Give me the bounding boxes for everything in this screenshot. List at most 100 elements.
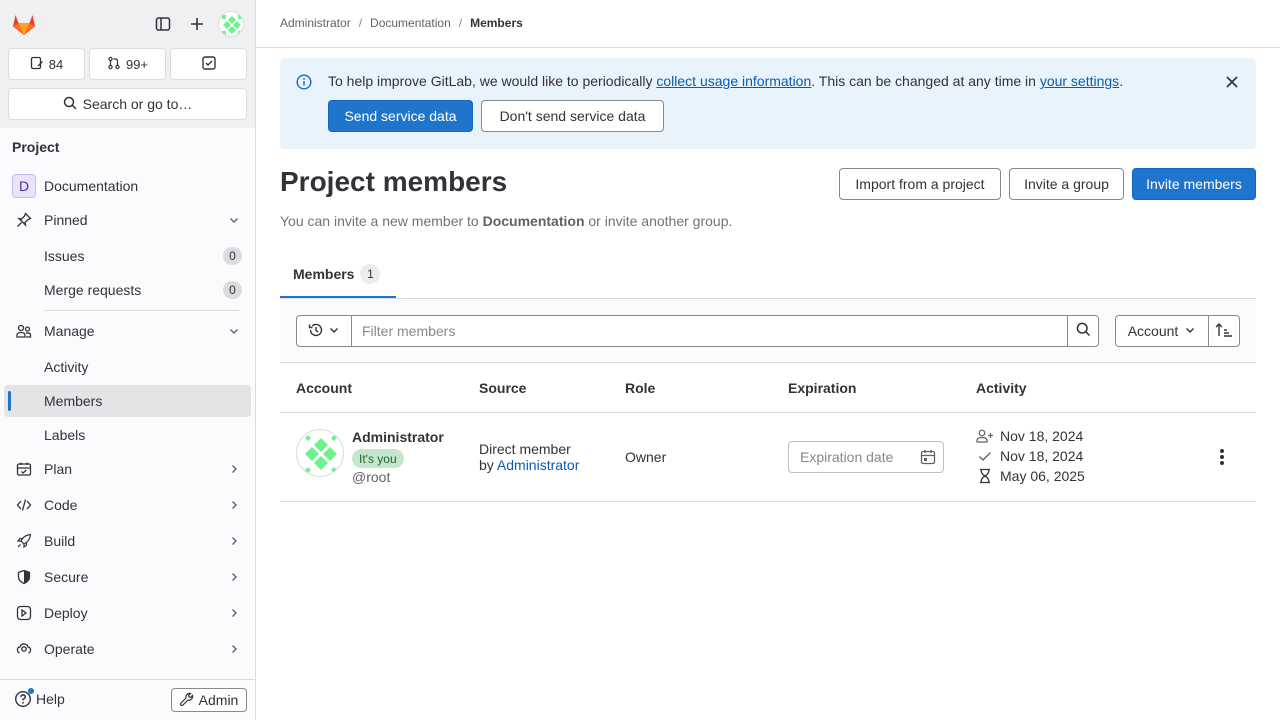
plan-label: Plan — [44, 461, 73, 477]
member-name[interactable]: Administrator — [352, 429, 444, 445]
source-by: by — [479, 457, 497, 473]
sidebar-item-deploy[interactable]: Deploy — [4, 597, 251, 629]
sidebar-item-plan[interactable]: Plan — [4, 453, 251, 485]
member-username: @root — [352, 469, 391, 485]
hourglass-icon — [976, 468, 994, 484]
subtitle-text: or invite another group. — [584, 213, 733, 229]
pin-icon — [16, 212, 32, 228]
user-add-icon — [976, 428, 994, 444]
close-icon[interactable] — [1224, 74, 1240, 90]
sidebar: 84 99+ Search or go to… Project Document… — [0, 0, 256, 720]
tab-count-badge: 1 — [360, 264, 381, 284]
issues-count-badge: 0 — [223, 247, 242, 265]
shield-icon — [16, 569, 32, 585]
breadcrumb-current[interactable]: Members — [470, 16, 523, 30]
user-created-date: Nov 18, 2024 — [1000, 428, 1084, 444]
help-button[interactable]: Help — [14, 688, 65, 708]
member-role: Owner — [625, 449, 667, 465]
member-avatar[interactable] — [296, 429, 344, 477]
breadcrumb-item[interactable]: Administrator — [280, 16, 351, 30]
todo-button[interactable] — [170, 48, 247, 80]
banner-text: . — [1119, 73, 1124, 89]
wrench-icon — [179, 692, 194, 709]
build-label: Build — [44, 533, 76, 549]
merge-requests-counter-button[interactable]: 99+ — [89, 48, 166, 80]
manage-label: Manage — [44, 323, 95, 339]
sidebar-item-manage[interactable]: Manage — [4, 315, 251, 347]
recent-searches-button[interactable] — [296, 315, 352, 347]
gitlab-logo-icon[interactable] — [10, 10, 38, 38]
top-bar: Administrator / Documentation / Members — [256, 0, 1280, 48]
merge-requests-count: 99+ — [125, 56, 149, 72]
issues-counter-button[interactable]: 84 — [8, 48, 85, 80]
rocket-icon — [16, 533, 32, 549]
column-header-activity: Activity — [976, 380, 1027, 396]
sort-lowest-icon — [1215, 322, 1233, 341]
filter-members-input[interactable] — [351, 315, 1068, 347]
search-button[interactable]: Search or go to… — [8, 88, 247, 120]
check-icon — [976, 448, 994, 464]
dont-send-service-data-button[interactable]: Don't send service data — [481, 100, 664, 132]
deploy-icon — [16, 605, 32, 621]
chevron-right-icon — [227, 462, 241, 476]
import-from-project-button[interactable]: Import from a project — [839, 168, 1001, 200]
search-label: Search or go to… — [82, 96, 193, 112]
user-avatar[interactable] — [218, 11, 244, 37]
project-name: Documentation — [44, 178, 139, 194]
sidebar-item-merge-requests[interactable]: Merge requests 0 — [4, 274, 251, 306]
secure-label: Secure — [44, 569, 89, 585]
members-tabs: Members 1 — [280, 252, 1256, 299]
admin-button[interactable]: Admin — [171, 688, 247, 712]
chevron-down-icon — [227, 324, 241, 338]
sidebar-item-activity[interactable]: Activity — [4, 351, 251, 383]
calendar-icon[interactable] — [920, 449, 936, 465]
sidebar-footer: Help Admin — [0, 679, 255, 720]
calendar-icon — [16, 461, 32, 477]
chevron-right-icon — [227, 498, 241, 512]
last-activity-date: May 06, 2025 — [1000, 468, 1085, 484]
filter-search-button[interactable] — [1067, 315, 1099, 347]
merge-requests-label: Merge requests — [44, 282, 142, 298]
source-user-link[interactable]: Administrator — [497, 457, 579, 473]
members-label: Members — [44, 393, 103, 409]
labels-label: Labels — [44, 427, 86, 443]
merge-requests-count-badge: 0 — [223, 281, 242, 299]
toggle-sidebar-icon[interactable] — [149, 10, 177, 38]
breadcrumb-separator: / — [358, 16, 363, 30]
members-table-header: Account Source Role Expiration Activity — [280, 364, 1256, 413]
usage-data-banner: To help improve GitLab, we would like to… — [280, 58, 1256, 149]
sort-field-dropdown[interactable]: Account — [1115, 315, 1209, 347]
banner-text: . This can be changed at any time in — [811, 73, 1040, 89]
todo-icon — [201, 55, 217, 74]
chevron-right-icon — [227, 642, 241, 656]
breadcrumb-item[interactable]: Documentation — [370, 16, 451, 30]
merge-request-icon — [107, 56, 121, 73]
sort-direction-button[interactable] — [1208, 315, 1240, 347]
code-label: Code — [44, 497, 78, 513]
sidebar-section-heading: Project — [12, 139, 60, 155]
chevron-down-icon — [1184, 323, 1196, 339]
sidebar-item-secure[interactable]: Secure — [4, 561, 251, 593]
plus-icon[interactable] — [183, 10, 211, 38]
sort-field-label: Account — [1127, 323, 1179, 339]
sidebar-item-build[interactable]: Build — [4, 525, 251, 557]
chevron-down-icon — [227, 213, 241, 227]
sidebar-item-code[interactable]: Code — [4, 489, 251, 521]
sidebar-item-labels[interactable]: Labels — [4, 419, 251, 451]
sidebar-item-project[interactable]: Documentation — [4, 170, 251, 202]
tab-members[interactable]: Members 1 — [280, 252, 396, 298]
your-settings-link[interactable]: your settings — [1040, 73, 1119, 89]
pinned-label: Pinned — [44, 212, 88, 228]
invite-members-button[interactable]: Invite members — [1132, 168, 1256, 200]
collect-usage-link[interactable]: collect usage information — [656, 73, 811, 89]
chevron-right-icon — [227, 570, 241, 584]
sidebar-item-members[interactable]: Members — [4, 385, 251, 417]
sidebar-header: 84 99+ Search or go to… — [0, 0, 255, 128]
invite-group-button[interactable]: Invite a group — [1009, 168, 1124, 200]
send-service-data-button[interactable]: Send service data — [328, 100, 473, 132]
sidebar-item-pinned[interactable]: Pinned — [4, 204, 251, 236]
sidebar-item-operate[interactable]: Operate — [4, 633, 251, 665]
sidebar-item-issues[interactable]: Issues 0 — [4, 240, 251, 272]
issues-label: Issues — [44, 248, 85, 264]
more-actions-icon[interactable] — [1214, 447, 1230, 467]
